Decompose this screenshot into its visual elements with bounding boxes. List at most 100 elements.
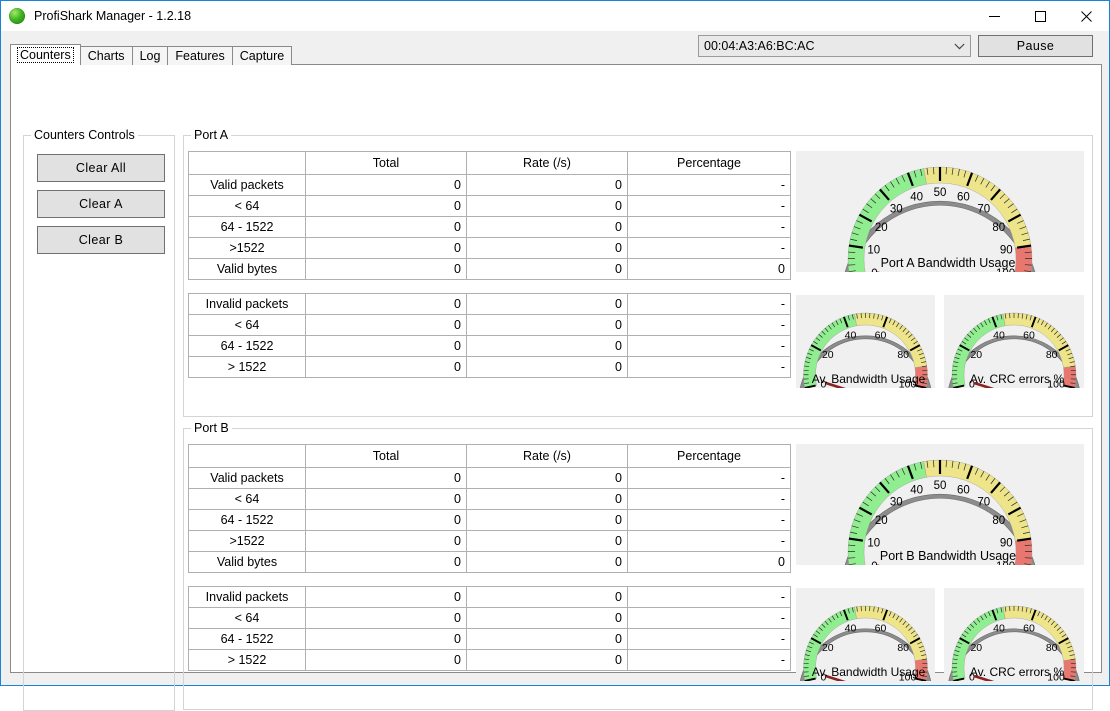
table-row: Valid packets00- <box>189 468 791 489</box>
cell-rate: 0 <box>467 217 628 238</box>
gauge-tick-label: 90 <box>1000 537 1013 549</box>
cell-rate: 0 <box>467 294 628 315</box>
cell-percentage: - <box>628 294 791 315</box>
tab-counters[interactable]: Counters <box>10 44 81 65</box>
table-row: >152200- <box>189 238 791 259</box>
cell-rate: 0 <box>467 315 628 336</box>
gauge-tick-label: 20 <box>970 349 982 361</box>
minimize-button[interactable] <box>971 1 1017 31</box>
row-label: < 64 <box>189 608 306 629</box>
cell-percentage: - <box>628 217 791 238</box>
header-blank <box>189 445 306 468</box>
cell-total: 0 <box>306 357 467 378</box>
cell-percentage: - <box>628 489 791 510</box>
table-row: 64 - 152200- <box>189 510 791 531</box>
gauge-tick-label: 40 <box>845 622 857 634</box>
port-b-avg-bandwidth-gauge: 020406080100Av. Bandwidth Usage <box>796 588 935 681</box>
pause-button[interactable]: Pause <box>978 35 1093 57</box>
tab-capture[interactable]: Capture <box>232 46 292 65</box>
row-label: > 1522 <box>189 357 306 378</box>
table-row: Invalid packets00- <box>189 294 791 315</box>
device-select[interactable]: 00:04:A3:A6:BC:AC <box>698 35 971 57</box>
cell-rate: 0 <box>467 357 628 378</box>
counters-controls-group: Counters Controls Clear All Clear A Clea… <box>23 129 175 711</box>
tab-strip: Counters Charts Log Features Capture <box>10 45 291 65</box>
row-label: Invalid packets <box>189 294 306 315</box>
table-row: 64 - 152200- <box>189 629 791 650</box>
header-percentage: Percentage <box>628 152 791 175</box>
tab-charts[interactable]: Charts <box>80 46 133 65</box>
header-rate: Rate (/s) <box>467 152 628 175</box>
gauge-tick-label: 0 <box>871 268 877 272</box>
row-label: 64 - 1522 <box>189 510 306 531</box>
gauge-tick-label: 20 <box>875 222 888 234</box>
gauge-tick-label: 40 <box>845 329 857 341</box>
gauge-svg: 0102030405060708090100Port A Bandwidth U… <box>796 151 1084 272</box>
cell-rate: 0 <box>467 531 628 552</box>
row-label: 64 - 1522 <box>189 217 306 238</box>
port-b-invalid-body: Invalid packets00-< 6400-64 - 152200-> 1… <box>189 587 791 671</box>
cell-rate: 0 <box>467 608 628 629</box>
clear-a-button[interactable]: Clear A <box>37 190 165 218</box>
gauge-tick-label: 20 <box>970 642 982 654</box>
row-label: < 64 <box>189 196 306 217</box>
table-row: < 6400- <box>189 196 791 217</box>
row-label: Valid packets <box>189 175 306 196</box>
table-header-row: Total Rate (/s) Percentage <box>189 445 791 468</box>
gauge-tick-label: 40 <box>993 622 1005 634</box>
row-label: > 1522 <box>189 650 306 671</box>
port-b-bandwidth-gauge: 0102030405060708090100Port B Bandwidth U… <box>796 444 1084 565</box>
gauge-tick-label: 50 <box>934 480 947 492</box>
gauge-tick-label: 80 <box>897 642 909 654</box>
table-row: Valid packets00- <box>189 175 791 196</box>
tab-features[interactable]: Features <box>167 46 232 65</box>
header-total: Total <box>306 445 467 468</box>
maximize-button[interactable] <box>1017 1 1063 31</box>
cell-total: 0 <box>306 587 467 608</box>
tab-log[interactable]: Log <box>132 46 169 65</box>
table-row: 64 - 152200- <box>189 217 791 238</box>
clear-all-button[interactable]: Clear All <box>37 154 165 182</box>
app-logo-icon <box>9 8 25 24</box>
tab-charts-label: Charts <box>88 50 125 63</box>
gauge-tick-label: 20 <box>822 642 834 654</box>
gauge-caption: Port B Bandwidth Usage <box>880 549 1016 563</box>
port-a-valid-table: Total Rate (/s) Percentage Valid packets… <box>188 151 791 280</box>
cell-rate: 0 <box>467 552 628 573</box>
tab-capture-label: Capture <box>240 50 284 63</box>
header-blank <box>189 152 306 175</box>
tab-counters-label: Counters <box>17 47 74 63</box>
gauge-svg: 020406080100Av. Bandwidth Usage <box>796 588 935 681</box>
port-a-avg-bandwidth-gauge: 020406080100Av. Bandwidth Usage <box>796 295 935 388</box>
cell-total: 0 <box>306 531 467 552</box>
row-label: 64 - 1522 <box>189 629 306 650</box>
cell-total: 0 <box>306 489 467 510</box>
gauge-caption: Av. Bandwidth Usage <box>812 372 926 386</box>
gauge-tick-label: 80 <box>992 515 1005 527</box>
gauge-tick-label: 70 <box>977 496 990 508</box>
port-a-invalid-body: Invalid packets00-< 6400-64 - 152200-> 1… <box>189 294 791 378</box>
header-percentage: Percentage <box>628 445 791 468</box>
cell-percentage: - <box>628 336 791 357</box>
gauge-tick-label: 60 <box>875 329 887 341</box>
clear-b-button[interactable]: Clear B <box>37 226 165 254</box>
gauge-tick-label: 10 <box>867 244 880 256</box>
cell-total: 0 <box>306 650 467 671</box>
cell-total: 0 <box>306 608 467 629</box>
port-b-valid-body: Valid packets00-< 6400-64 - 152200->1522… <box>189 468 791 573</box>
close-button[interactable] <box>1063 1 1109 31</box>
cell-rate: 0 <box>467 629 628 650</box>
gauge-tick-label: 60 <box>1023 622 1035 634</box>
device-select-value: 00:04:A3:A6:BC:AC <box>699 39 948 53</box>
cell-total: 0 <box>306 238 467 259</box>
gauge-tick-label: 80 <box>1046 349 1058 361</box>
table-row: Valid bytes000 <box>189 259 791 280</box>
port-a-bandwidth-gauge: 0102030405060708090100Port A Bandwidth U… <box>796 151 1084 272</box>
app-window: ProfiShark Manager - 1.2.18 Counters Cha… <box>0 0 1110 686</box>
gauge-tick-label: 40 <box>910 191 923 203</box>
table-row: Valid bytes000 <box>189 552 791 573</box>
cell-percentage: - <box>628 608 791 629</box>
cell-percentage: 0 <box>628 259 791 280</box>
row-label: 64 - 1522 <box>189 336 306 357</box>
cell-total: 0 <box>306 196 467 217</box>
